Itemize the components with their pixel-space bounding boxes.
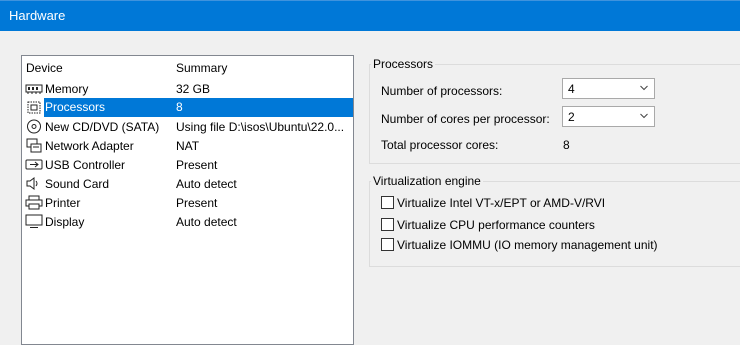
device-name: Display [45, 215, 85, 229]
device-summary: Using file D:\isos\Ubuntu\22.0... [176, 120, 345, 134]
speaker-icon [26, 177, 38, 190]
cores-per-processor-select[interactable]: 2 [562, 106, 655, 127]
vt-x-checkbox[interactable] [381, 196, 394, 209]
device-row-sound-card[interactable]: Sound Card Auto detect [22, 174, 353, 193]
device-name: Network Adapter [45, 139, 134, 153]
chevron-down-icon [640, 85, 648, 91]
num-processors-select[interactable]: 4 [562, 78, 655, 99]
total-cores-label: Total processor cores: [381, 138, 499, 152]
cores-per-processor-label: Number of cores per processor: [381, 112, 550, 126]
total-cores-value: 8 [563, 138, 570, 152]
cd-dvd-icon [27, 119, 41, 134]
device-summary: 8 [175, 98, 353, 117]
num-processors-label: Number of processors: [381, 84, 503, 98]
device-name: USB Controller [45, 158, 126, 172]
device-summary: Present [176, 196, 218, 210]
device-row-usb-controller[interactable]: USB Controller Present [22, 155, 353, 174]
device-summary: NAT [176, 139, 200, 153]
device-name: Processors [44, 98, 175, 117]
title-bar-edge [0, 0, 740, 1]
title-bar: Hardware [0, 0, 740, 31]
processor-icon [27, 101, 41, 114]
device-summary: Auto detect [176, 215, 237, 229]
cpu-counters-label[interactable]: Virtualize CPU performance counters [397, 218, 595, 232]
device-summary: Present [176, 158, 218, 172]
column-header-device[interactable]: Device [26, 61, 63, 75]
device-row-display[interactable]: Display Auto detect [22, 212, 353, 231]
device-summary: Auto detect [176, 177, 237, 191]
network-adapter-icon [26, 138, 42, 153]
device-name: Memory [45, 82, 89, 96]
device-row-processors[interactable]: Processors 8 [22, 98, 353, 117]
chevron-down-icon [640, 113, 648, 119]
iommu-label[interactable]: Virtualize IOMMU (IO memory management u… [397, 238, 658, 252]
processors-group-title: Processors [371, 57, 436, 71]
usb-icon [25, 159, 43, 170]
list-header: Device Summary [22, 56, 353, 78]
device-row-cd-dvd[interactable]: New CD/DVD (SATA) Using file D:\isos\Ubu… [22, 117, 353, 136]
iommu-checkbox[interactable] [381, 238, 394, 251]
monitor-icon [25, 214, 43, 228]
device-row-network-adapter[interactable]: Network Adapter NAT [22, 136, 353, 155]
printer-icon [25, 195, 43, 210]
device-row-printer[interactable]: Printer Present [22, 193, 353, 212]
device-summary: 32 GB [176, 82, 211, 96]
cores-per-processor-value: 2 [568, 110, 575, 124]
vt-x-label[interactable]: Virtualize Intel VT-x/EPT or AMD-V/RVI [397, 196, 605, 210]
column-header-summary[interactable]: Summary [176, 61, 227, 75]
device-name: New CD/DVD (SATA) [45, 120, 160, 134]
num-processors-value: 4 [568, 82, 575, 96]
device-name: Sound Card [45, 177, 110, 191]
window-title: Hardware [9, 8, 66, 23]
memory-icon [25, 84, 43, 94]
device-list[interactable]: Device Summary Memory 32 GB Processors 8… [21, 55, 354, 345]
virtualization-group-title: Virtualization engine [371, 174, 483, 188]
device-row-memory[interactable]: Memory 32 GB [22, 79, 353, 98]
device-name: Printer [45, 196, 81, 210]
cpu-counters-checkbox[interactable] [381, 218, 394, 231]
